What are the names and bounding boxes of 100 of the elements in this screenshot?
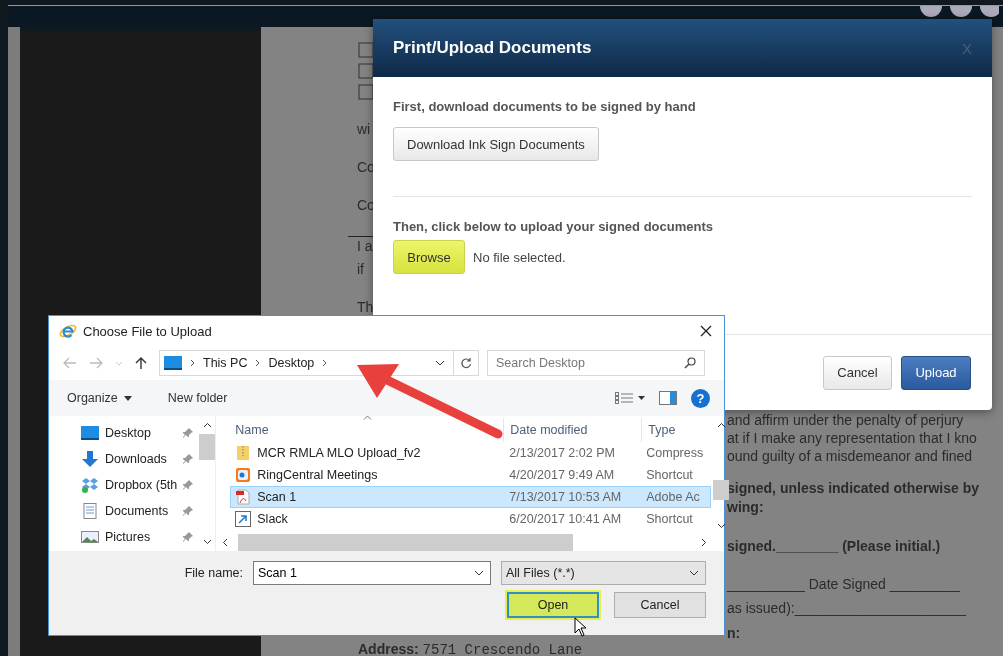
- file-name: Slack: [257, 512, 288, 526]
- file-row[interactable]: Slack 6/20/2017 10:41 AM Shortcut: [230, 508, 712, 530]
- download-button[interactable]: Download Ink Sign Documents: [393, 127, 599, 161]
- dialog-title: Choose File to Upload: [83, 323, 213, 339]
- document-text: Th: [357, 298, 374, 316]
- folder-item-icon: [81, 425, 99, 441]
- scroll-left-icon[interactable]: [222, 538, 229, 547]
- file-row[interactable]: RingCentral Meetings 4/20/2017 9:49 AM Shortcut: [230, 464, 712, 486]
- scroll-thumb[interactable]: [238, 534, 574, 551]
- new-folder-button[interactable]: New folder: [161, 391, 234, 405]
- pin-icon[interactable]: [183, 480, 194, 490]
- file-name: Scan 1: [257, 490, 297, 504]
- document-text: ound guilty of a misdemeanor and fined: [727, 447, 973, 465]
- dialog-button[interactable]: Cancel: [614, 592, 706, 618]
- pin-icon[interactable]: [183, 428, 194, 438]
- preview-pane-icon[interactable]: [659, 391, 677, 405]
- scroll-thumb[interactable]: [713, 480, 730, 500]
- help-button[interactable]: ?: [691, 388, 710, 408]
- file-icon: [235, 489, 252, 505]
- document-text: n:: [727, 624, 741, 642]
- column-header[interactable]: Date modified: [503, 418, 642, 442]
- file-status: No file selected.: [473, 249, 566, 265]
- scroll-thumb[interactable]: [199, 434, 216, 460]
- column-header[interactable]: Name: [231, 423, 504, 437]
- breadcrumb-chevron-icon: [322, 359, 328, 367]
- modal-button[interactable]: Upload: [901, 355, 971, 390]
- monitor-icon: [164, 356, 182, 370]
- pin-icon[interactable]: [183, 506, 194, 516]
- pin-icon[interactable]: [183, 454, 194, 464]
- up-arrow-icon[interactable]: [135, 356, 147, 370]
- close-icon[interactable]: [700, 325, 712, 337]
- file-row[interactable]: MCR RMLA MLO Upload_fv2 2/13/2017 2:02 PM Compress: [230, 442, 712, 464]
- file-row[interactable]: Scan 1 7/13/2017 10:53 AM Adobe Ac: [230, 486, 712, 508]
- browser-e-icon: [59, 322, 77, 340]
- file-date: 2/13/2017 2:02 PM: [508, 446, 616, 460]
- sidebar-item[interactable]: Pictures: [105, 530, 178, 544]
- chevron-down-icon: [689, 570, 699, 576]
- document-text: signed, unless indicated otherwise by: [727, 479, 980, 497]
- scroll-up-icon[interactable]: [202, 422, 212, 428]
- document-text: at if I make any representation that I kno: [727, 429, 977, 447]
- scroll-right-icon[interactable]: [701, 538, 708, 547]
- search-icon: [684, 357, 696, 369]
- scroll-up-icon[interactable]: [716, 422, 726, 428]
- file-date: 6/20/2017 10:41 AM: [508, 512, 623, 526]
- folder-item-icon: [81, 477, 99, 493]
- organize-menu-button[interactable]: Organize: [61, 391, 138, 405]
- sidebar-item[interactable]: Documents: [105, 504, 178, 518]
- file-type: Shortcut: [645, 512, 694, 526]
- scroll-down-icon[interactable]: [202, 539, 212, 545]
- caret-icon: [123, 395, 132, 401]
- chevron-down-icon[interactable]: [474, 570, 484, 576]
- file-name: MCR RMLA MLO Upload_fv2: [257, 446, 421, 460]
- header-buttons-icon: [919, 6, 999, 20]
- file-name: RingCentral Meetings: [257, 468, 378, 482]
- document-text: I a: [357, 237, 373, 255]
- breadcrumb-chevron-icon: [190, 359, 195, 367]
- breadcrumb-chevron-icon: [255, 359, 261, 367]
- modal-button[interactable]: Cancel: [823, 355, 892, 390]
- sidebar-item[interactable]: Desktop: [105, 426, 178, 440]
- file-name-field[interactable]: Scan 1: [253, 561, 491, 585]
- folder-item-icon: [81, 503, 99, 519]
- chevron-down-icon[interactable]: [435, 360, 445, 366]
- checkbox-column-drawing: [358, 42, 374, 102]
- document-text: if: [357, 260, 364, 278]
- column-header[interactable]: Type: [641, 418, 711, 442]
- browse-button[interactable]: Browse: [393, 240, 465, 274]
- file-type: Shortcut: [645, 468, 694, 482]
- document-text: as issued):______________________: [727, 599, 966, 617]
- pin-icon[interactable]: [183, 532, 194, 542]
- document-rule: [348, 236, 374, 237]
- breadcrumb-item[interactable]: This PC: [203, 356, 248, 370]
- sidebar-item[interactable]: Downloads: [105, 452, 178, 466]
- file-date: 4/20/2017 9:49 AM: [508, 468, 616, 482]
- file-type: Adobe Ac: [645, 490, 701, 504]
- sort-caret-icon: [363, 415, 373, 420]
- file-type-dropdown[interactable]: All Files (*.*): [501, 561, 706, 585]
- document-text: Address: 7571 Crescendo Lane: [358, 640, 583, 656]
- view-options-icon[interactable]: [615, 392, 645, 404]
- sidebar-item[interactable]: Dropbox (5th: [105, 478, 178, 492]
- file-icon: [235, 467, 252, 483]
- document-text: wi: [357, 120, 371, 138]
- document-text: wing:: [727, 498, 764, 516]
- upload-prompt: Then, click below to upload your signed documents: [393, 219, 713, 234]
- document-text: and affirm under the penalty of perjury: [727, 411, 964, 429]
- breadcrumb-item[interactable]: Desktop: [268, 356, 315, 370]
- search-field[interactable]: Search Desktop: [487, 350, 705, 376]
- folder-item-icon: [81, 529, 99, 545]
- download-prompt: First, download documents to be signed by hand: [393, 99, 696, 114]
- file-icon: [235, 445, 252, 461]
- folder-item-icon: [81, 451, 99, 467]
- dialog-button[interactable]: Open: [507, 592, 599, 618]
- modal-title: Print/Upload Documents: [393, 38, 593, 58]
- address-bar[interactable]: This PC Desktop: [159, 350, 479, 376]
- document-text: __________ Date Signed _________: [727, 575, 960, 593]
- file-name-label: File name:: [184, 566, 243, 580]
- file-type: Compress: [645, 446, 705, 460]
- document-text: signed.________ (Please initial.): [727, 537, 941, 555]
- file-icon: [235, 511, 252, 527]
- scroll-down-icon[interactable]: [716, 523, 726, 529]
- file-date: 7/13/2017 10:53 AM: [508, 490, 623, 504]
